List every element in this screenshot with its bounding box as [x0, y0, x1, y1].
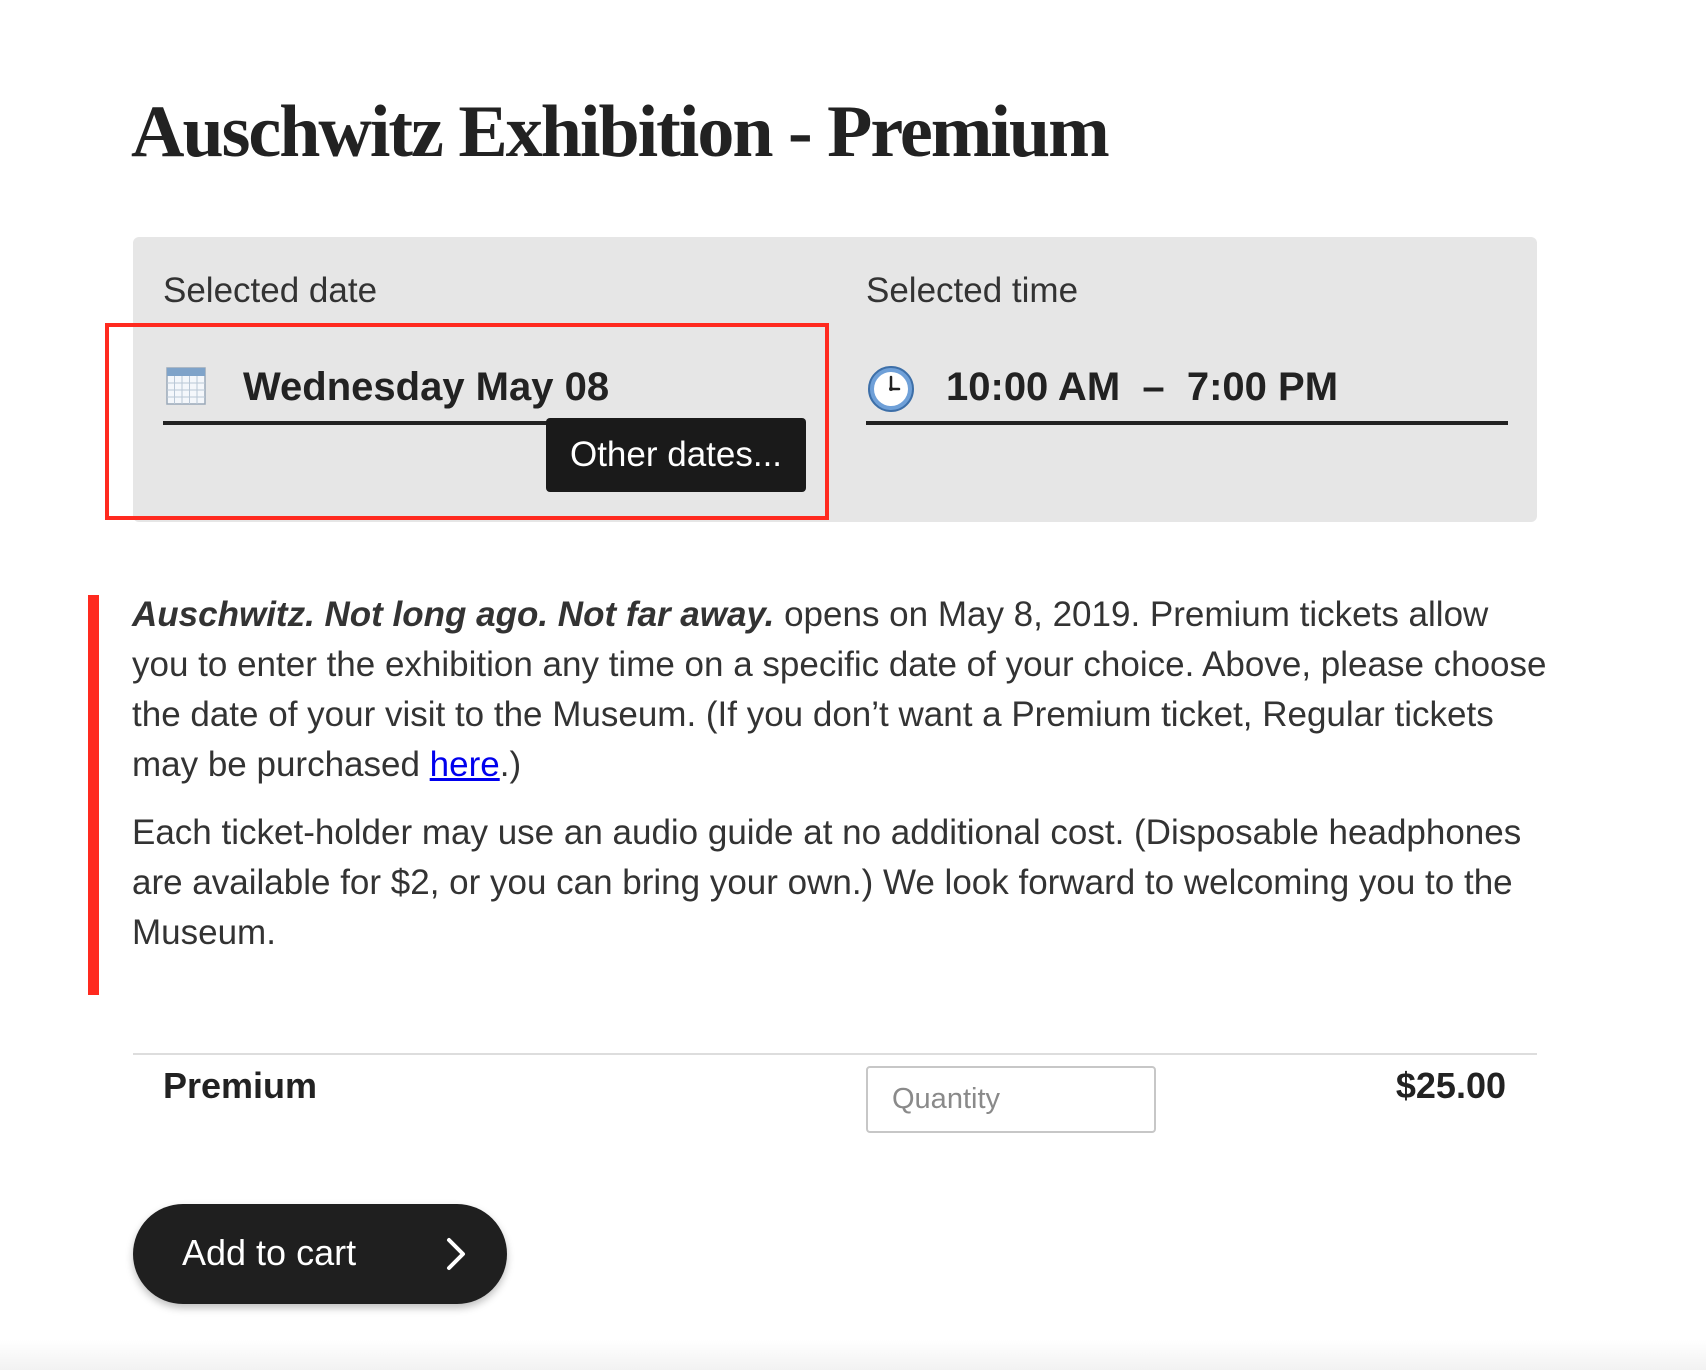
ticket-price: $25.00 — [1395, 1065, 1506, 1106]
regular-tickets-link[interactable]: here — [430, 745, 500, 784]
exhibition-name: Auschwitz. Not long ago. Not far away. — [132, 595, 775, 634]
description-accent-bar — [88, 595, 99, 995]
chevron-right-icon — [445, 1236, 467, 1272]
description-text-end: .) — [499, 745, 522, 784]
page-title: Auschwitz Exhibition - Premium — [131, 91, 1110, 173]
ticket-type-name: Premium — [163, 1065, 318, 1106]
selected-time-label: Selected time — [866, 271, 1079, 310]
ticket-divider — [133, 1053, 1537, 1055]
description-paragraph-2: Each ticket-holder may use an audio guid… — [132, 813, 1522, 952]
date-selector[interactable]: Wednesday May 08 — [163, 359, 790, 425]
other-dates-button[interactable]: Other dates... — [546, 418, 806, 492]
exhibition-description: Auschwitz. Not long ago. Not far away. o… — [132, 590, 1552, 976]
quantity-input[interactable] — [866, 1066, 1156, 1133]
calendar-icon — [166, 367, 206, 405]
add-to-cart-label: Add to cart — [182, 1232, 357, 1273]
add-to-cart-button[interactable]: Add to cart — [133, 1204, 507, 1304]
page-bottom-edge — [0, 1340, 1706, 1370]
selected-date-value: Wednesday May 08 — [243, 365, 610, 409]
selected-date-label: Selected date — [163, 271, 378, 310]
date-time-selection-panel: Selected date Selected time Wednesday Ma… — [133, 237, 1537, 522]
description-paragraph-1: Auschwitz. Not long ago. Not far away. o… — [132, 590, 1552, 790]
selected-time-value: 10:00 AM – 7:00 PM — [946, 365, 1339, 409]
time-display: 10:00 AM – 7:00 PM — [866, 359, 1508, 425]
clock-icon — [866, 364, 916, 414]
